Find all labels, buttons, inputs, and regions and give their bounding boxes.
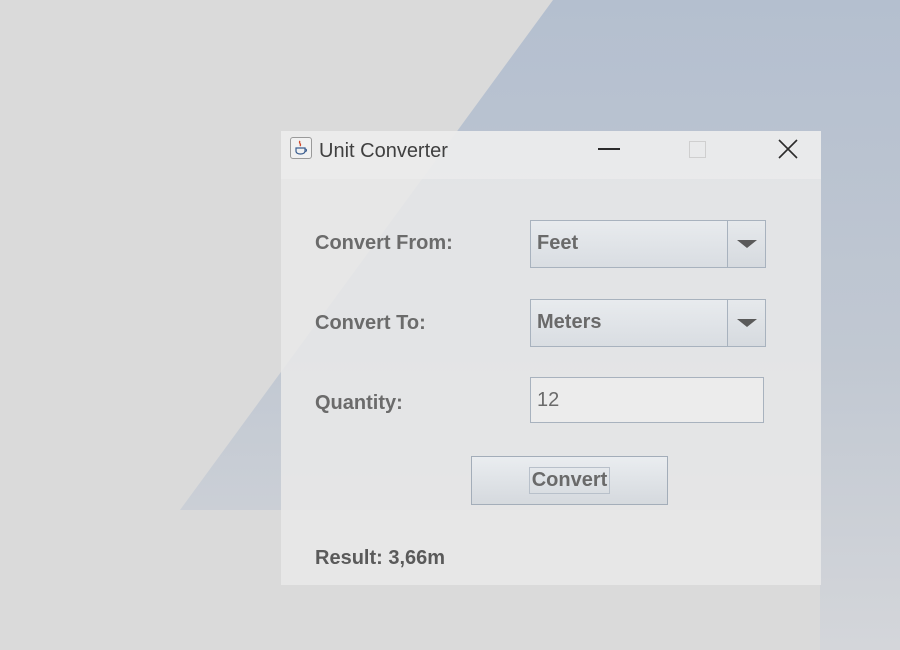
chevron-down-icon bbox=[736, 319, 757, 327]
chevron-down-icon bbox=[736, 240, 757, 248]
convert-from-select[interactable]: Feet bbox=[530, 220, 766, 268]
convert-button-label: Convert bbox=[528, 467, 611, 494]
quantity-label: Quantity: bbox=[315, 392, 403, 414]
convert-button[interactable]: Convert bbox=[471, 456, 668, 505]
maximize-button[interactable] bbox=[674, 131, 720, 167]
close-button[interactable] bbox=[765, 131, 811, 167]
convert-to-select[interactable]: Meters bbox=[530, 299, 766, 347]
result-text: Result: 3,66m bbox=[315, 547, 446, 569]
convert-from-dropdown-button[interactable] bbox=[727, 221, 765, 267]
title-bar[interactable]: Unit Converter bbox=[281, 131, 821, 179]
convert-from-value: Feet bbox=[537, 232, 579, 254]
close-icon bbox=[778, 139, 798, 159]
window-title: Unit Converter bbox=[319, 140, 448, 162]
convert-to-dropdown-button[interactable] bbox=[727, 300, 765, 346]
convert-from-label: Convert From: bbox=[315, 232, 453, 254]
minimize-button[interactable] bbox=[586, 131, 632, 167]
quantity-input[interactable] bbox=[530, 377, 764, 423]
convert-to-value: Meters bbox=[537, 311, 602, 333]
java-cup-icon bbox=[290, 137, 312, 159]
convert-to-label: Convert To: bbox=[315, 312, 426, 334]
unit-converter-window: Unit Converter Convert From: Feet Conver… bbox=[281, 131, 821, 585]
minimize-icon bbox=[598, 148, 620, 150]
maximize-icon bbox=[688, 140, 706, 158]
